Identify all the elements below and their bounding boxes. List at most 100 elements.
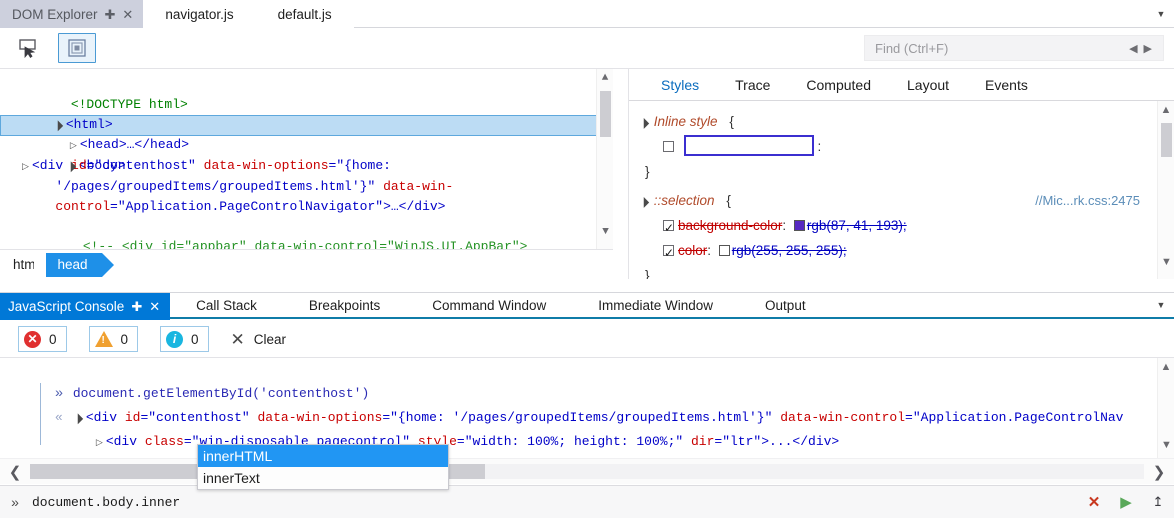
autocomplete-dropdown[interactable]: innerHTML innerText: [197, 444, 449, 490]
console-scrollbar[interactable]: ▲ ▼: [1157, 358, 1174, 458]
expander-icon[interactable]: [53, 116, 66, 137]
style-rule-selector: Inline style: [653, 114, 718, 129]
expander-icon[interactable]: [637, 111, 650, 136]
css-source-link[interactable]: //Mic...rk.css:2475: [1035, 188, 1140, 213]
pin-icon[interactable]: ✚: [105, 8, 116, 21]
tab-javascript-console[interactable]: JavaScript Console ✚ ✕: [0, 293, 171, 320]
declaration-checkbox[interactable]: [663, 141, 674, 152]
scroll-up-icon[interactable]: ▲: [597, 69, 613, 87]
breadcrumb: html head: [0, 249, 613, 279]
clear-x-icon[interactable]: ✕: [1078, 493, 1110, 511]
styles-tab-strip: Styles Trace Computed Layout Events: [629, 69, 1174, 101]
tab-command-window[interactable]: Command Window: [406, 293, 573, 317]
dom-line-contenthost-markup: <div id="contenthost" data-win-options="…: [32, 158, 454, 214]
style-rule-header-inline[interactable]: Inline style {: [637, 109, 1174, 134]
run-icon[interactable]: ▶: [1110, 493, 1142, 511]
select-element-icon[interactable]: [10, 33, 48, 63]
tab-navigator-js[interactable]: navigator.js: [143, 0, 256, 28]
console-indent-guide: [40, 383, 41, 445]
declaration-checkbox[interactable]: [663, 216, 674, 241]
autocomplete-item-innerhtml[interactable]: innerHTML: [198, 445, 448, 467]
scroll-down-icon[interactable]: ▼: [1158, 253, 1174, 271]
scroll-up-icon[interactable]: ▲: [1158, 101, 1174, 119]
scrollbar-thumb[interactable]: [600, 91, 611, 137]
info-count-button[interactable]: i 0: [160, 326, 209, 352]
tab-output[interactable]: Output: [739, 293, 832, 317]
style-rule-header-selection[interactable]: ::selection { //Mic...rk.css:2475: [637, 188, 1174, 213]
autocomplete-item-innertext[interactable]: innerText: [198, 467, 448, 489]
tab-trace[interactable]: Trace: [717, 69, 788, 101]
scroll-left-icon[interactable]: ❮: [0, 463, 30, 481]
expander-icon[interactable]: [19, 157, 32, 177]
tab-events[interactable]: Events: [967, 69, 1046, 101]
info-icon: i: [166, 330, 184, 348]
style-declaration-background-color[interactable]: background-color: rgb(87, 41, 193);: [637, 213, 1174, 241]
pin-icon[interactable]: ✚: [131, 300, 142, 313]
style-declaration-editing[interactable]: :: [637, 134, 1174, 159]
warning-count: 0: [120, 331, 129, 347]
scrollbar-thumb[interactable]: [1161, 123, 1172, 157]
scroll-up-icon[interactable]: ▲: [1158, 358, 1174, 376]
dom-line-appbar-comment[interactable]: <!-- <div id="appbar" data-win-control="…: [0, 217, 613, 249]
scroll-down-icon[interactable]: ▼: [597, 223, 613, 241]
find-box[interactable]: ◀ ▶: [864, 35, 1164, 61]
breadcrumb-item-head[interactable]: head: [33, 252, 114, 277]
expand-up-icon[interactable]: ↥: [1142, 494, 1174, 510]
tab-styles[interactable]: Styles: [643, 69, 717, 101]
console-hscrollbar[interactable]: ❮ ❯: [0, 458, 1174, 484]
tab-layout[interactable]: Layout: [889, 69, 967, 101]
style-declaration-color[interactable]: color: rgb(255, 255, 255);: [637, 238, 1174, 266]
scroll-down-icon[interactable]: ▼: [1158, 436, 1174, 454]
expander-icon[interactable]: [637, 190, 650, 215]
declaration-checkbox[interactable]: [663, 241, 674, 266]
search-input[interactable]: [873, 39, 1127, 57]
console-toolbar: ✕ 0 0 i 0 ✕ Clear: [0, 321, 1174, 358]
warning-icon: [94, 331, 113, 347]
style-rule-close-inline: }: [637, 159, 1174, 184]
color-swatch[interactable]: [793, 220, 805, 231]
expander-icon[interactable]: [73, 407, 86, 432]
chevron-down-icon[interactable]: ▼: [1148, 0, 1174, 27]
color-swatch[interactable]: [718, 245, 730, 256]
declaration-edit-input[interactable]: [683, 135, 814, 156]
tab-strip-filler: [353, 0, 1148, 27]
chevron-down-icon[interactable]: ▼: [1148, 293, 1174, 317]
dom-line-html-text: <html>: [65, 117, 113, 132]
dom-tree-scrollbar[interactable]: ▲ ▼: [596, 69, 613, 249]
console-tab-strip: JavaScript Console ✚ ✕ Call Stack Breakp…: [0, 292, 1174, 320]
prompt-chevron-icon: »: [11, 494, 19, 510]
tab-default-js-label: default.js: [277, 6, 332, 22]
expander-icon[interactable]: [67, 137, 80, 156]
style-rule-selector: ::selection: [653, 193, 715, 208]
return-chevron-icon: «: [54, 410, 63, 425]
styles-rule-list[interactable]: Inline style { : } ::selection { //Mic..…: [629, 101, 1174, 279]
tab-call-stack[interactable]: Call Stack: [170, 293, 283, 317]
console-command-input[interactable]: [30, 493, 1078, 511]
clear-button[interactable]: ✕ Clear: [231, 331, 287, 348]
dom-toolbar: ◀ ▶: [0, 28, 1174, 69]
tab-computed[interactable]: Computed: [788, 69, 889, 101]
console-input-echo[interactable]: » document.getElementById('contenthost'): [0, 358, 1174, 402]
tab-dom-explorer-label: DOM Explorer: [12, 6, 98, 22]
close-icon[interactable]: ✕: [122, 8, 133, 21]
tab-immediate-window[interactable]: Immediate Window: [572, 293, 740, 317]
dom-line-contenthost[interactable]: <div id="contenthost" data-win-options="…: [0, 156, 575, 217]
scroll-right-icon[interactable]: ❯: [1144, 463, 1174, 481]
warning-count-button[interactable]: 0: [88, 326, 139, 352]
tab-breakpoints[interactable]: Breakpoints: [282, 293, 407, 317]
next-match-icon[interactable]: ▶: [1141, 42, 1155, 55]
dom-tree-pane[interactable]: <!DOCTYPE html> <html> <head>…</head> <b…: [0, 69, 613, 249]
tab-dom-explorer[interactable]: DOM Explorer ✚ ✕: [0, 0, 144, 28]
styles-scrollbar[interactable]: ▲ ▼: [1157, 101, 1174, 279]
show-layout-icon[interactable]: [58, 33, 96, 63]
error-count-button[interactable]: ✕ 0: [18, 326, 67, 352]
close-icon[interactable]: ✕: [149, 300, 160, 313]
dom-line-doctype[interactable]: <!DOCTYPE html>: [0, 75, 613, 112]
expander-icon[interactable]: [93, 431, 106, 455]
error-count: 0: [49, 331, 57, 347]
clear-button-label: Clear: [253, 331, 287, 347]
prev-match-icon[interactable]: ◀: [1126, 42, 1140, 55]
console-output[interactable]: » document.getElementById('contenthost') …: [0, 358, 1174, 458]
declaration-value: rgb(255, 255, 255);: [731, 243, 847, 258]
tab-default-js[interactable]: default.js: [255, 0, 354, 28]
